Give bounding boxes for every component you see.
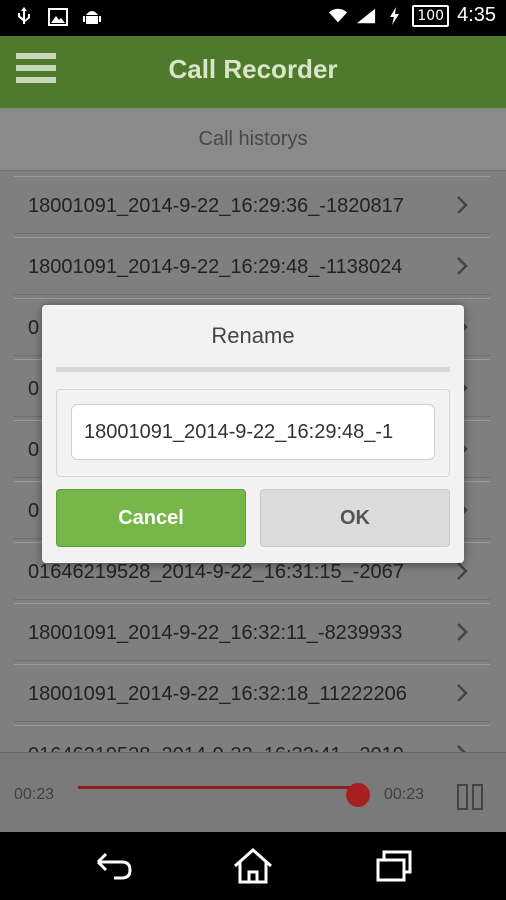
seek-thumb[interactable] bbox=[346, 783, 370, 807]
charging-bolt-icon bbox=[384, 6, 404, 26]
pause-icon[interactable] bbox=[456, 783, 484, 811]
chevron-right-icon bbox=[457, 684, 468, 702]
clock: 4:35 bbox=[457, 4, 496, 26]
navigation-bar bbox=[0, 832, 506, 900]
android-icon bbox=[82, 7, 102, 27]
wifi-icon bbox=[328, 6, 348, 26]
signal-icon bbox=[356, 6, 376, 26]
seek-track[interactable] bbox=[78, 786, 358, 789]
status-bar: 100 4:35 bbox=[0, 0, 506, 36]
list-item-label: 18001091_2014-9-22_16:29:36_-1820817 bbox=[28, 195, 404, 217]
divider bbox=[56, 367, 450, 372]
rename-field-container: 18001091_2014-9-22_16:29:48_-1 bbox=[56, 389, 450, 477]
chevron-right-icon bbox=[457, 257, 468, 275]
elapsed-time: 00:23 bbox=[14, 786, 55, 803]
list-item-label: 01646219528_2014-9-22_16:32:41_-2019 bbox=[28, 726, 444, 752]
list-item[interactable]: 18001091_2014-9-22_16:29:48_-1138024 bbox=[14, 237, 490, 295]
recent-apps-icon[interactable] bbox=[372, 846, 416, 886]
section-header: Call historys bbox=[0, 108, 506, 171]
dialog-title: Rename bbox=[211, 323, 295, 348]
home-icon[interactable] bbox=[231, 846, 275, 886]
chevron-right-icon bbox=[457, 623, 468, 641]
playback-bar: 00:23 00:23 bbox=[0, 752, 506, 833]
usb-icon bbox=[14, 7, 34, 27]
chevron-right-icon bbox=[457, 196, 468, 214]
app-bar: Call Recorder bbox=[0, 36, 506, 108]
image-icon bbox=[48, 7, 68, 27]
list-item-label: 18001091_2014-9-22_16:32:18_11222206 bbox=[28, 683, 407, 705]
cancel-button[interactable]: Cancel bbox=[56, 489, 246, 547]
list-item[interactable]: 18001091_2014-9-22_16:29:36_-1820817 bbox=[14, 176, 490, 234]
back-icon[interactable] bbox=[92, 846, 136, 886]
chevron-right-icon bbox=[457, 745, 466, 752]
ok-button[interactable]: OK bbox=[260, 489, 450, 547]
rename-input[interactable]: 18001091_2014-9-22_16:29:48_-1 bbox=[71, 404, 435, 460]
list-item[interactable]: 18001091_2014-9-22_16:32:18_11222206 bbox=[14, 664, 490, 722]
app-title: Call Recorder bbox=[168, 54, 338, 84]
list-item-label: 18001091_2014-9-22_16:32:11_-8239933 bbox=[28, 622, 403, 644]
list-item[interactable]: 01646219528_2014-9-22_16:32:41_-2019 bbox=[14, 725, 490, 752]
list-item[interactable]: 18001091_2014-9-22_16:32:11_-8239933 bbox=[14, 603, 490, 661]
list-item-label: 18001091_2014-9-22_16:29:48_-1138024 bbox=[28, 256, 403, 278]
battery-indicator: 100 bbox=[412, 4, 450, 27]
rename-dialog: Rename 18001091_2014-9-22_16:29:48_-1 Ca… bbox=[42, 305, 464, 563]
total-time: 00:23 bbox=[384, 786, 425, 803]
